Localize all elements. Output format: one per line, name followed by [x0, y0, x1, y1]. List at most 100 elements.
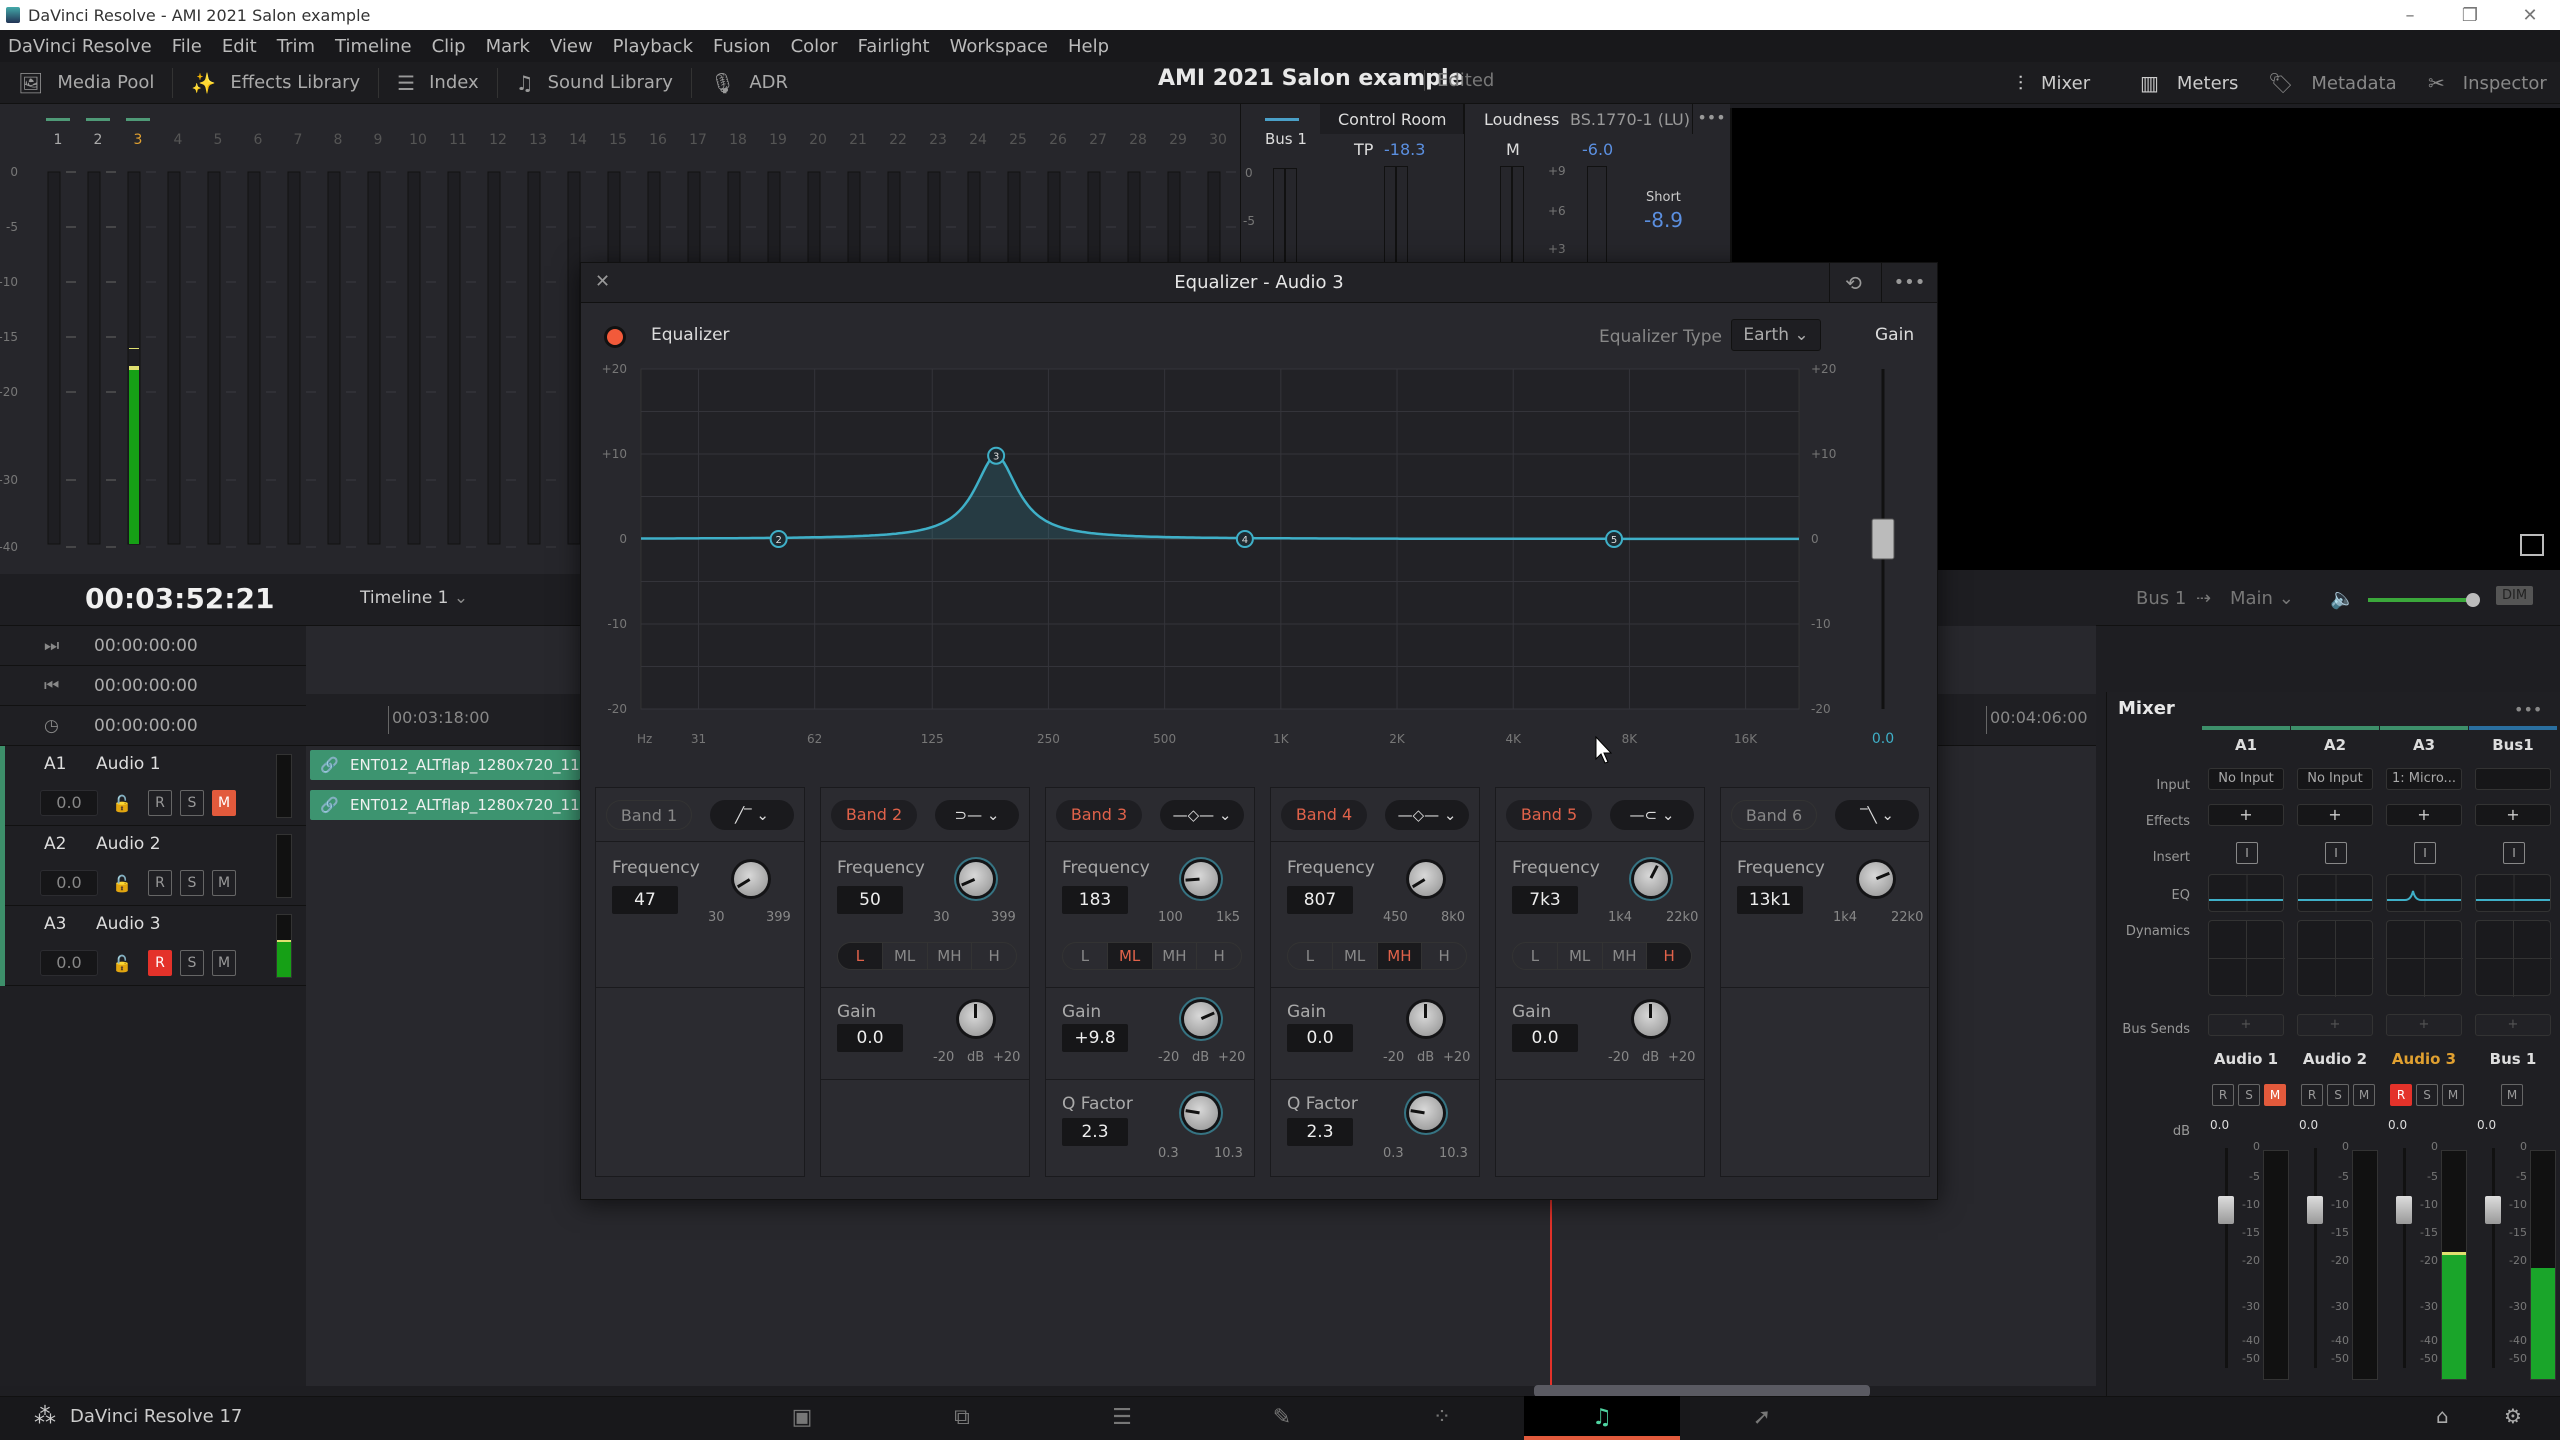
- range-h-button[interactable]: H: [972, 943, 1016, 969]
- frequency-value-field[interactable]: 7k3: [1512, 886, 1578, 914]
- range-l-button[interactable]: L: [838, 943, 883, 969]
- lock-icon[interactable]: 🔓: [112, 794, 132, 813]
- media-pool-button[interactable]: 🖼 Media Pool: [0, 67, 174, 98]
- go-to-out-icon[interactable]: ⏮: [44, 676, 59, 696]
- timeline-clip[interactable]: 🔗ENT012_ALTflap_1280x720_11.mov: [310, 750, 580, 780]
- mixer-input-select[interactable]: 1: Micro...: [2386, 768, 2462, 790]
- solo-button[interactable]: S: [2416, 1084, 2438, 1106]
- menu-edit[interactable]: Edit: [222, 36, 257, 57]
- channel-number[interactable]: 14: [569, 132, 587, 148]
- frequency-value-field[interactable]: 47: [612, 886, 678, 914]
- frequency-value-field[interactable]: 183: [1062, 886, 1128, 914]
- eq-band-node[interactable]: 3: [987, 446, 1006, 465]
- channel-number[interactable]: 15: [609, 132, 627, 148]
- q-factor-value-field[interactable]: 2.3: [1062, 1118, 1128, 1146]
- range-l-button[interactable]: L: [1063, 943, 1108, 969]
- record-arm-button[interactable]: R: [148, 790, 172, 816]
- range-h-button[interactable]: H: [1422, 943, 1466, 969]
- band-toggle-button[interactable]: Band 1: [606, 800, 692, 830]
- solo-button[interactable]: S: [180, 950, 204, 976]
- speaker-icon[interactable]: 🔈: [2330, 586, 2355, 610]
- menu-view[interactable]: View: [550, 36, 593, 57]
- track-name[interactable]: Audio 1: [96, 754, 161, 774]
- master-gain-fader[interactable]: [1871, 518, 1895, 560]
- track-volume-field[interactable]: 0.0: [40, 950, 98, 976]
- insert-toggle-icon[interactable]: I: [2503, 842, 2525, 864]
- eq-graph[interactable]: Hz 31 62 125 250 500 1K 2K 4K 8K 16K+20 +20+10 +100 0…: [581, 359, 1939, 779]
- loudness-more-button[interactable]: •••: [1692, 104, 1730, 134]
- mixer-input-select[interactable]: [2475, 768, 2551, 790]
- gain-value-field[interactable]: 0.0: [1287, 1024, 1353, 1052]
- playhead[interactable]: [1550, 1200, 1552, 1386]
- channel-number[interactable]: 25: [1009, 132, 1027, 148]
- channel-number[interactable]: 13: [529, 132, 547, 148]
- channel-number[interactable]: 8: [334, 132, 343, 148]
- eq-enable-toggle[interactable]: [607, 329, 623, 345]
- mixer-toggle-button[interactable]: ⫶ Mixer: [2018, 62, 2090, 104]
- frequency-value-field[interactable]: 50: [837, 886, 903, 914]
- channel-number[interactable]: 28: [1129, 132, 1147, 148]
- track-name[interactable]: Audio 2: [96, 834, 161, 854]
- eq-band-node[interactable]: 4: [1235, 530, 1254, 548]
- solo-button[interactable]: S: [180, 870, 204, 896]
- mixer-eq-thumbnail[interactable]: [2208, 874, 2284, 912]
- band-toggle-button[interactable]: Band 2: [831, 800, 917, 830]
- channel-number[interactable]: 2: [94, 132, 103, 148]
- menu-file[interactable]: File: [172, 36, 202, 57]
- mixer-dynamics-thumbnail[interactable]: [2208, 920, 2285, 997]
- mixer-input-select[interactable]: No Input: [2297, 768, 2373, 790]
- menu-fusion[interactable]: Fusion: [713, 36, 771, 57]
- range-h-button[interactable]: H: [1197, 943, 1241, 969]
- frequency-value-field[interactable]: 807: [1287, 886, 1353, 914]
- gain-knob[interactable]: [1409, 1002, 1443, 1036]
- solo-button[interactable]: S: [2327, 1084, 2349, 1106]
- record-arm-button[interactable]: R: [148, 870, 172, 896]
- band-toggle-button[interactable]: Band 5: [1506, 800, 1592, 830]
- channel-number[interactable]: 22: [889, 132, 907, 148]
- channel-number[interactable]: 29: [1169, 132, 1187, 148]
- mixer-bus-send-button[interactable]: +: [2475, 1014, 2551, 1036]
- channel-number[interactable]: 3: [134, 132, 143, 148]
- frequency-value-field[interactable]: 13k1: [1737, 886, 1803, 914]
- out-timecode[interactable]: 00:00:00:00: [94, 676, 198, 696]
- in-timecode[interactable]: 00:00:00:00: [94, 636, 198, 656]
- gain-value-field[interactable]: +9.8: [1062, 1024, 1128, 1052]
- range-mh-button[interactable]: MH: [1377, 943, 1423, 969]
- mixer-dynamics-thumbnail[interactable]: [2297, 920, 2374, 997]
- eq-more-button[interactable]: •••: [1881, 263, 1937, 303]
- frequency-knob[interactable]: [1859, 862, 1893, 896]
- timeline-selector[interactable]: Timeline 1 ⌄: [360, 588, 468, 608]
- eq-band-node[interactable]: 5: [1605, 530, 1624, 548]
- mixer-dynamics-thumbnail[interactable]: [2386, 920, 2463, 997]
- solo-button[interactable]: S: [180, 790, 204, 816]
- page-fusion-button[interactable]: ✎: [1204, 1396, 1360, 1440]
- effects-library-button[interactable]: ✨ Effects Library: [173, 67, 380, 98]
- frequency-knob[interactable]: [734, 862, 768, 896]
- mixer-fader-handle[interactable]: [2485, 1196, 2501, 1224]
- channel-number[interactable]: 16: [649, 132, 667, 148]
- page-deliver-button[interactable]: ➚: [1684, 1396, 1840, 1440]
- menu-fairlight[interactable]: Fairlight: [858, 36, 930, 57]
- monitor-destination-select[interactable]: Main ⌄: [2230, 588, 2294, 609]
- metadata-toggle-button[interactable]: 🏷 Metadata: [2268, 62, 2397, 104]
- page-media-button[interactable]: ▣: [724, 1396, 880, 1440]
- channel-number[interactable]: 17: [689, 132, 707, 148]
- menu-color[interactable]: Color: [791, 36, 838, 57]
- menu-workspace[interactable]: Workspace: [950, 36, 1048, 57]
- range-mh-button[interactable]: MH: [928, 943, 973, 969]
- band-shape-select[interactable]: ╱‾ ⌄: [710, 800, 794, 830]
- mixer-bus-send-button[interactable]: +: [2208, 1014, 2284, 1036]
- mixer-fader-track[interactable]: [2403, 1148, 2406, 1368]
- channel-number[interactable]: 4: [174, 132, 183, 148]
- channel-number[interactable]: 18: [729, 132, 747, 148]
- mute-button[interactable]: M: [2353, 1084, 2375, 1106]
- frequency-knob[interactable]: [1184, 862, 1218, 896]
- channel-number[interactable]: 27: [1089, 132, 1107, 148]
- insert-toggle-icon[interactable]: I: [2236, 842, 2258, 864]
- range-l-button[interactable]: L: [1288, 943, 1333, 969]
- channel-number[interactable]: 21: [849, 132, 867, 148]
- track-header[interactable]: A2 Audio 2 0.0 🔓 R S M: [0, 826, 306, 906]
- menu-davinci-resolve[interactable]: DaVinci Resolve: [8, 36, 152, 57]
- track-header[interactable]: A3 Audio 3 0.0 🔓 R S M: [0, 906, 306, 986]
- mixer-more-button[interactable]: •••: [2514, 700, 2542, 719]
